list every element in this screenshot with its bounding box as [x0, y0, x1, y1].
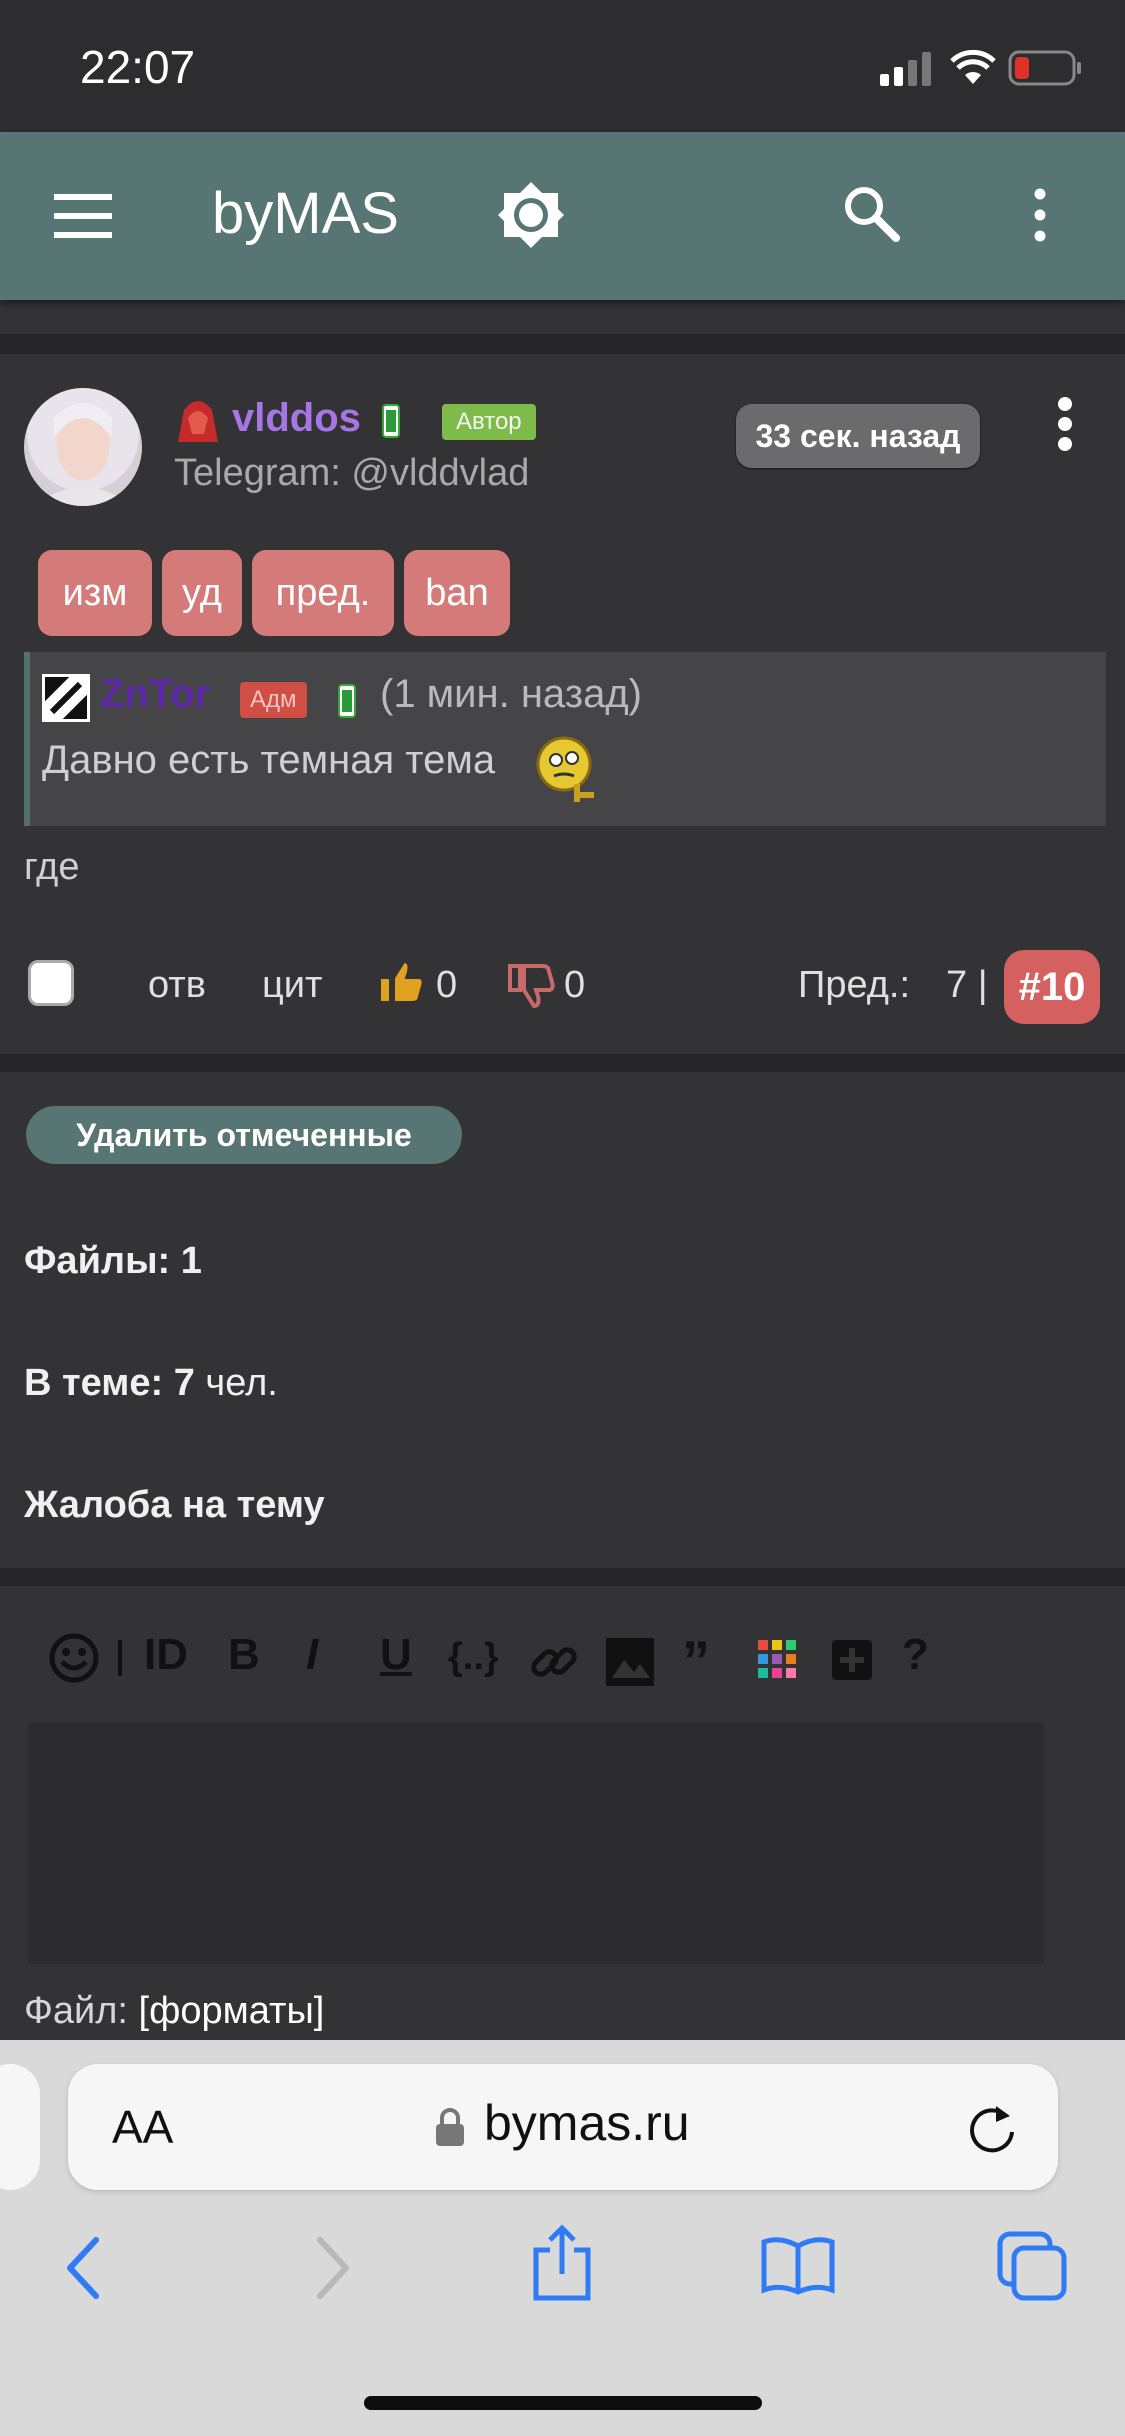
quote-username[interactable]: ZnTor [100, 672, 210, 717]
members-label: В теме: [24, 1362, 164, 1404]
code-icon[interactable]: {..} [448, 1636, 499, 1696]
members-count: 7 [173, 1362, 195, 1404]
message-textarea[interactable] [28, 1722, 1044, 1964]
section-divider [0, 334, 1125, 354]
underline-icon[interactable]: U [380, 1630, 412, 1690]
avatar[interactable] [24, 388, 142, 506]
smiley-emoticon-icon [536, 736, 594, 802]
id-icon[interactable]: ID [144, 1630, 188, 1690]
back-icon[interactable] [62, 2236, 106, 2300]
members-unit: чел. [205, 1362, 278, 1404]
status-time: 22:07 [80, 41, 196, 93]
tabs-icon[interactable] [996, 2230, 1070, 2304]
warnings-value: 7 | [946, 964, 988, 1006]
ban-button[interactable]: ban [404, 550, 510, 636]
avatar-image [34, 403, 132, 506]
admin-badge: Адм [240, 682, 307, 718]
telegram-handle: Telegram: @vlddvlad [174, 452, 530, 494]
post-menu-icon[interactable] [1050, 396, 1080, 452]
bookmarks-icon[interactable] [760, 2234, 836, 2296]
reply-link[interactable]: отв [148, 964, 206, 1007]
share-icon[interactable] [530, 2224, 594, 2304]
dislikes-count: 0 [564, 964, 586, 1006]
files-label: Файлы: [24, 1240, 171, 1282]
cellular-signal-icon [880, 52, 931, 86]
edit-button[interactable]: изм [38, 550, 152, 636]
help-icon[interactable]: ? [902, 1630, 929, 1690]
quote-link[interactable]: цит [262, 964, 322, 1007]
italic-icon[interactable]: I [306, 1630, 318, 1690]
color-icon[interactable] [758, 1640, 798, 1680]
mobile-status-icon [382, 404, 400, 438]
brightness-icon[interactable] [496, 180, 566, 250]
text-size-button[interactable]: AA [112, 2100, 173, 2154]
home-indicator [364, 2396, 762, 2410]
section-divider [0, 1054, 1125, 1072]
file-field[interactable]: Файл: [форматы] [24, 1990, 324, 2033]
thumbs-up-icon[interactable] [376, 958, 426, 1006]
quote-icon[interactable]: ” [682, 1628, 710, 1692]
battery-icon [1008, 50, 1081, 86]
quote-mobile-icon [338, 684, 356, 718]
section-divider [0, 1568, 1125, 1586]
file-label: Файл: [24, 1990, 128, 2032]
lock-icon [436, 2108, 464, 2146]
link-icon[interactable] [528, 1636, 580, 1688]
bold-icon[interactable]: B [228, 1630, 260, 1690]
likes-count: 0 [436, 964, 458, 1006]
menu-icon[interactable] [54, 194, 114, 238]
formats-link[interactable]: [форматы] [139, 1990, 325, 2032]
user-icon [178, 401, 218, 442]
author-badge: Автор [442, 404, 536, 440]
username[interactable]: vlddos [232, 396, 361, 441]
quote-time: (1 мин. назад) [380, 672, 642, 716]
post-text: где [24, 846, 80, 888]
overflow-menu-icon[interactable] [1030, 188, 1050, 242]
select-post-checkbox[interactable] [28, 960, 74, 1006]
app-title[interactable]: byMAS [212, 180, 399, 247]
quote-user-icon [42, 674, 90, 722]
image-icon[interactable] [604, 1636, 656, 1688]
warnings-label: Пред.: [798, 964, 911, 1006]
files-info[interactable]: Файлы: 1 [24, 1240, 202, 1283]
url-text[interactable]: bymas.ru [484, 2094, 690, 2152]
thumbs-down-icon[interactable] [506, 962, 556, 1010]
warn-button[interactable]: пред. [252, 550, 394, 636]
previous-tab-edge[interactable] [0, 2064, 40, 2190]
post-time: 33 сек. назад [736, 404, 980, 468]
quote-text: Давно есть темная тема [42, 738, 496, 782]
members-info[interactable]: В теме: 7 чел. [24, 1362, 278, 1405]
add-icon[interactable] [830, 1638, 874, 1682]
emoji-icon[interactable] [48, 1632, 100, 1684]
delete-selected-button[interactable]: Удалить отмеченные [26, 1106, 462, 1164]
search-icon[interactable] [842, 184, 900, 242]
wifi-icon [950, 50, 996, 84]
files-count: 1 [180, 1240, 202, 1282]
complaint-link[interactable]: Жалоба на тему [24, 1484, 325, 1527]
post-number[interactable]: #10 [1004, 950, 1100, 1024]
toolbar-separator [118, 1640, 122, 1676]
delete-button[interactable]: уд [162, 550, 242, 636]
forward-icon[interactable] [310, 2236, 354, 2300]
reload-icon[interactable] [966, 2102, 1018, 2154]
